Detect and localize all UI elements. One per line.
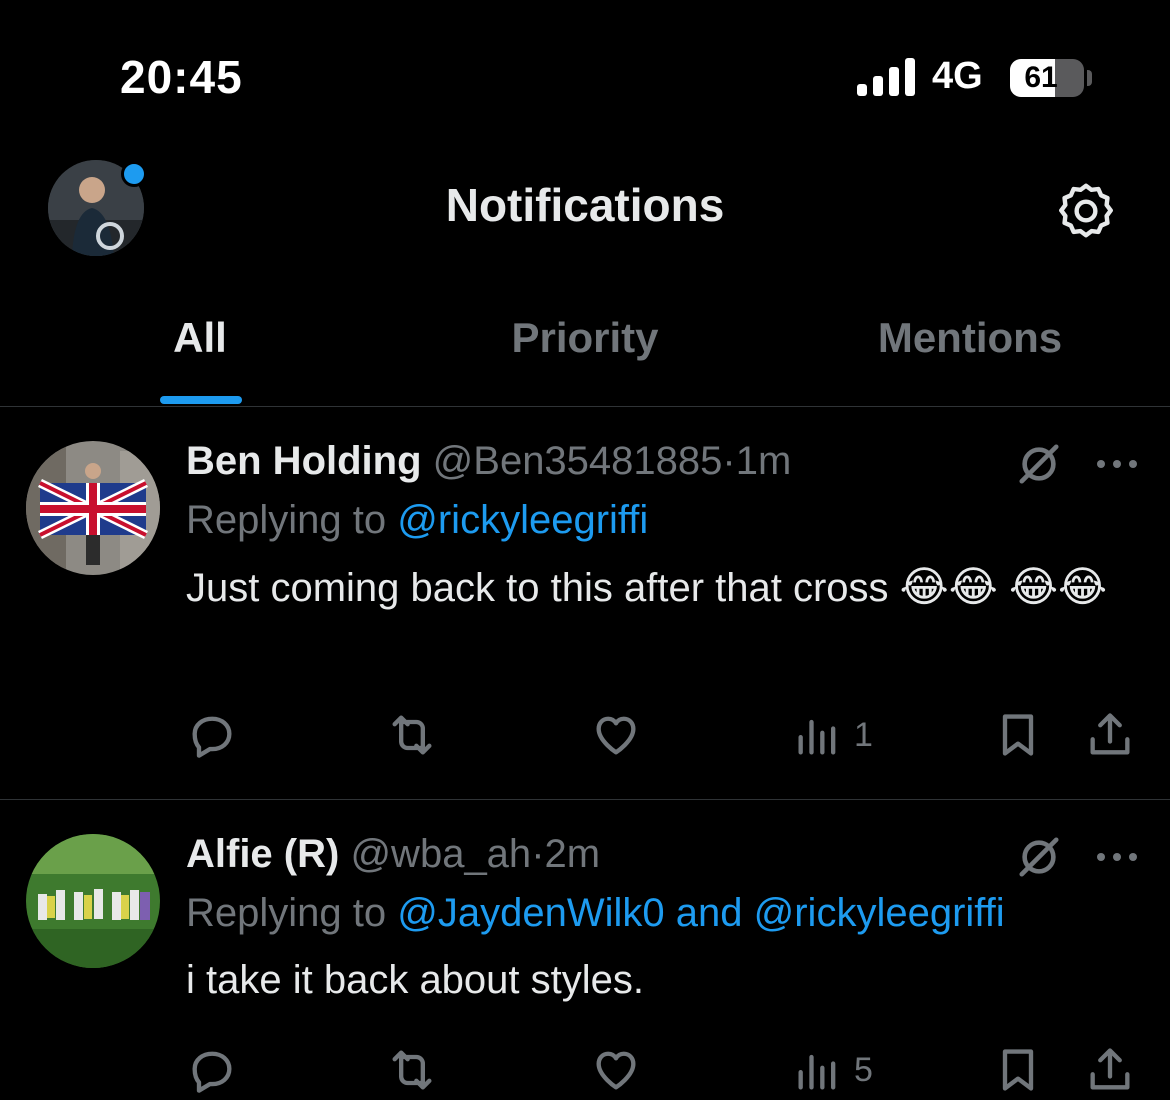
emoji: 😂 [1008, 563, 1059, 610]
signal-icon [857, 58, 915, 96]
tab-all[interactable]: All [140, 314, 260, 362]
mention-link[interactable]: @rickyleegriffi [397, 498, 648, 542]
bookmark-icon [1002, 1049, 1034, 1091]
views-button[interactable]: 5 [792, 1040, 873, 1100]
notification-content: Ben Holding @Ben35481885·1m Replying to … [186, 433, 1146, 618]
like-button[interactable] [590, 705, 642, 765]
author-name[interactable]: Alfie (R) [186, 832, 339, 876]
views-icon [798, 719, 836, 755]
retweet-icon [392, 715, 432, 755]
mention-link[interactable]: @JaydenWilk0 [397, 891, 664, 935]
user-avatar[interactable] [26, 834, 160, 968]
views-button[interactable]: 1 [792, 705, 873, 765]
author-handle[interactable]: @wba_ah [350, 832, 531, 876]
share-icon [1090, 713, 1130, 755]
grok-icon[interactable] [1016, 834, 1062, 880]
timestamp: 2m [544, 832, 601, 876]
network-type: 4G [932, 55, 983, 97]
like-icon [596, 716, 636, 755]
tweet-text-content: Just coming back to this after that cros… [186, 566, 889, 610]
page-title: Notifications [445, 179, 725, 231]
author-handle[interactable]: @Ben35481885 [433, 439, 723, 483]
reply-prefix: Replying to [186, 498, 387, 542]
views-count: 1 [854, 715, 873, 754]
tweet-text: Just coming back to this after that cros… [186, 557, 1146, 618]
bookmark-icon [1002, 714, 1034, 756]
emoji: 😂 [899, 563, 949, 610]
like-icon [596, 1051, 636, 1090]
notification-content: Alfie (R) @wba_ah·2m Replying to @Jayden… [186, 826, 1146, 1010]
tweet-text-content: i take it back about styles. [186, 958, 645, 1002]
timestamp: 1m [735, 439, 792, 483]
user-avatar[interactable] [26, 441, 160, 575]
reply-prefix: Replying to [186, 891, 387, 935]
notification-tabs: All Priority Mentions [0, 290, 1170, 407]
bookmark-button[interactable] [992, 1040, 1044, 1100]
retweet-button[interactable] [386, 705, 438, 765]
user-photo [26, 441, 160, 575]
notification-item[interactable]: Alfie (R) @wba_ah·2m Replying to @Jayden… [0, 800, 1170, 1093]
reply-button[interactable] [186, 705, 238, 765]
battery-tip [1087, 70, 1092, 86]
share-icon [1090, 1048, 1130, 1090]
reply-context: Replying to @JaydenWilk0 and @rickyleegr… [186, 882, 1146, 944]
more-options-icon[interactable] [1094, 847, 1140, 867]
views-count: 5 [854, 1050, 873, 1089]
bookmark-button[interactable] [992, 705, 1044, 765]
author-name[interactable]: Ben Holding [186, 439, 422, 483]
emoji: 😂 [1058, 563, 1108, 610]
reply-context: Replying to @rickyleegriffi [186, 489, 1146, 551]
active-tab-indicator [160, 396, 242, 404]
reply-conjunction[interactable]: and [676, 891, 743, 935]
notification-item[interactable]: Ben Holding @Ben35481885·1m Replying to … [0, 407, 1170, 800]
tab-priority[interactable]: Priority [470, 314, 700, 362]
author-line: Ben Holding @Ben35481885·1m [186, 433, 1146, 489]
separator: · [722, 439, 736, 483]
share-button[interactable] [1084, 1040, 1136, 1100]
mention-link[interactable]: @rickyleegriffi [754, 891, 1005, 935]
grok-icon[interactable] [1016, 441, 1062, 487]
tab-mentions[interactable]: Mentions [840, 314, 1100, 362]
battery-percent: 61 [1024, 61, 1058, 94]
status-time: 20:45 [120, 51, 243, 103]
more-options-icon[interactable] [1094, 454, 1140, 474]
like-button[interactable] [590, 1040, 642, 1100]
views-icon [798, 1054, 836, 1090]
author-line: Alfie (R) @wba_ah·2m [186, 826, 1146, 882]
tweet-actions: 5 [186, 1040, 1146, 1100]
gear-icon[interactable] [1053, 178, 1119, 244]
tweet-text: i take it back about styles. [186, 950, 1146, 1010]
tweet-actions: 1 [186, 705, 1146, 765]
reply-icon [192, 1051, 232, 1093]
retweet-button[interactable] [386, 1040, 438, 1100]
separator: · [531, 832, 545, 876]
share-button[interactable] [1084, 705, 1136, 765]
status-bar: 20:45 4G 61 [0, 0, 1170, 150]
retweet-icon [392, 1050, 432, 1090]
user-photo [26, 834, 160, 968]
battery-icon: 61 [1010, 59, 1084, 97]
reply-button[interactable] [186, 1040, 238, 1100]
emoji: 😂 [948, 563, 998, 610]
reply-icon [192, 716, 232, 758]
